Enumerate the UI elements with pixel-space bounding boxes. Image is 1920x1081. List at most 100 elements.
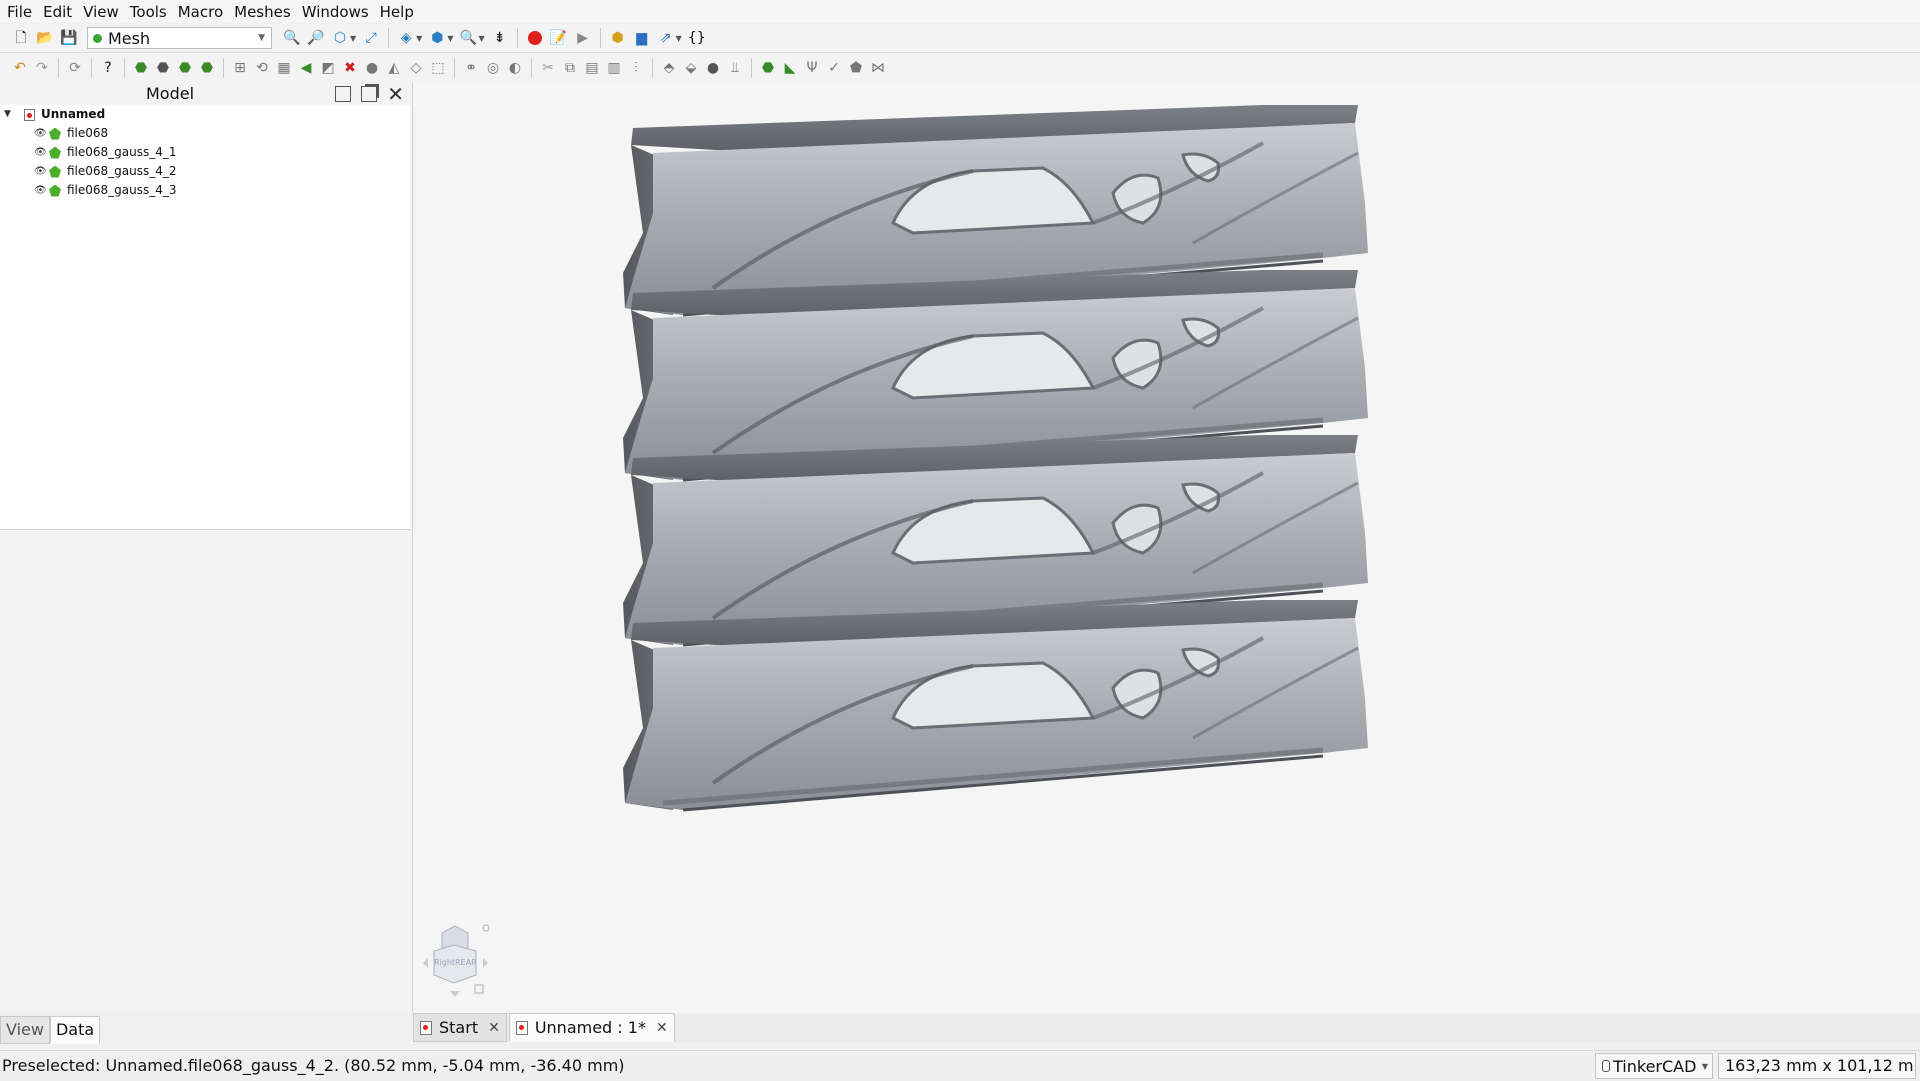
close-icon[interactable]: ✕: [488, 1020, 500, 1036]
eye-icon[interactable]: 👁: [34, 143, 47, 162]
navcube-face-right[interactable]: Right: [434, 958, 455, 967]
mesh-sphere-icon[interactable]: ●: [704, 58, 722, 78]
eye-icon[interactable]: 👁: [34, 162, 47, 181]
tree-item[interactable]: 👁 file068_gauss_4_3: [0, 181, 410, 200]
mesh-scale-icon[interactable]: ◇: [407, 58, 425, 78]
chevron-down-icon[interactable]: ▼: [4, 105, 16, 124]
model-tree: ▼ Unnamed 👁 file068 👁 file068_gauss_4_1 …: [0, 105, 410, 529]
draw-style-icon[interactable]: ◈: [396, 28, 416, 48]
tree-item[interactable]: 👁 file068: [0, 124, 410, 143]
tree-item[interactable]: 👁 file068_gauss_4_1: [0, 143, 410, 162]
panel-restore-icon[interactable]: [361, 86, 378, 102]
mesh-section-icon[interactable]: ▥: [605, 58, 623, 78]
mesh-import-icon[interactable]: ⬣: [132, 58, 150, 78]
mesh-bounding-box-icon[interactable]: ⬚: [429, 58, 447, 78]
new-document-icon[interactable]: 🗋: [11, 28, 31, 48]
close-icon[interactable]: ✕: [387, 84, 404, 104]
tree-item[interactable]: 👁 file068_gauss_4_2: [0, 162, 410, 181]
mesh-cut-icon[interactable]: ✂: [539, 58, 557, 78]
menu-view[interactable]: View: [79, 3, 123, 21]
mesh-decimate-icon[interactable]: ◭: [385, 58, 403, 78]
chevron-down-icon[interactable]: ▼: [676, 34, 682, 43]
chevron-down-icon[interactable]: ▼: [447, 34, 453, 43]
whats-this-icon[interactable]: ?: [99, 58, 117, 78]
tree-root[interactable]: ▼ Unnamed: [0, 105, 410, 124]
tab-data[interactable]: Data: [49, 1016, 101, 1044]
menu-macro[interactable]: Macro: [174, 3, 227, 21]
mesh-difference-icon[interactable]: ◐: [506, 58, 524, 78]
menu-help[interactable]: Help: [376, 3, 418, 21]
navigation-cube[interactable]: Right REAR: [418, 923, 493, 998]
menu-windows[interactable]: Windows: [298, 3, 373, 21]
mesh-close-hole-icon[interactable]: ◩: [319, 58, 337, 78]
workbench-selector[interactable]: Mesh ▼: [87, 27, 272, 49]
menu-file[interactable]: File: [3, 3, 36, 21]
part-icon[interactable]: ⬢: [608, 28, 628, 48]
mesh-flip-normals-icon[interactable]: ▦: [275, 58, 293, 78]
eye-icon[interactable]: 👁: [34, 181, 47, 200]
menu-edit[interactable]: Edit: [39, 3, 76, 21]
mesh-remove-components-icon[interactable]: ✖: [341, 58, 359, 78]
mesh-remesh-icon[interactable]: ⬣: [198, 58, 216, 78]
mesh-evaluate-facet-icon[interactable]: ◣: [781, 58, 799, 78]
mesh-harmonize-icon[interactable]: ⟲: [253, 58, 271, 78]
navigation-style-label: TinkerCAD: [1613, 1056, 1697, 1076]
mesh-export-icon[interactable]: ⬣: [154, 58, 172, 78]
status-message: Preselected: Unnamed.file068_gauss_4_2. …: [2, 1056, 625, 1075]
chevron-down-icon: ▼: [258, 33, 265, 43]
link-icon[interactable]: ⇗: [656, 28, 676, 48]
tab-start[interactable]: Start ✕: [413, 1013, 507, 1042]
execute-macro-icon[interactable]: ▶: [573, 28, 593, 48]
mesh-cross-sections-icon[interactable]: ⫶: [627, 58, 645, 78]
close-icon[interactable]: ✕: [656, 1020, 668, 1036]
eye-icon[interactable]: 👁: [34, 124, 47, 143]
chevron-down-icon[interactable]: ▼: [416, 34, 422, 43]
navcube-face-rear[interactable]: REAR: [455, 958, 477, 967]
mesh-vertex-curvature-icon[interactable]: ⫫: [726, 58, 744, 78]
record-macro-icon[interactable]: [525, 28, 545, 48]
mesh-file068-gauss-4-3[interactable]: [623, 600, 1368, 810]
tree-item-label: file068_gauss_4_1: [67, 145, 177, 159]
refresh-icon[interactable]: ⟳: [66, 58, 84, 78]
measure-icon[interactable]: 🔍: [458, 28, 478, 48]
mesh-trim-plane-icon[interactable]: ▤: [583, 58, 601, 78]
fit-all-icon[interactable]: 🔍: [282, 28, 302, 48]
chevron-down-icon[interactable]: ▼: [350, 34, 356, 43]
tab-view[interactable]: View: [0, 1016, 50, 1044]
open-document-icon[interactable]: 📂: [35, 28, 55, 48]
view-box-icon[interactable]: ⬢: [427, 28, 447, 48]
mesh-curvature-info-icon[interactable]: Ψ: [803, 58, 821, 78]
sync-view-icon[interactable]: ⤢: [361, 28, 381, 48]
mesh-polygon-cut-icon[interactable]: ⬟: [847, 58, 865, 78]
group-folder-icon[interactable]: ▆: [632, 28, 652, 48]
fit-selection-icon[interactable]: 🔎: [306, 28, 326, 48]
menu-meshes[interactable]: Meshes: [230, 3, 295, 21]
mesh-polygon-select-icon[interactable]: ✓: [825, 58, 843, 78]
save-document-icon[interactable]: 💾: [59, 28, 79, 48]
mesh-segment-icon[interactable]: ⬘: [660, 58, 678, 78]
undo-icon[interactable]: ↶: [11, 58, 29, 78]
mesh-add-facet-icon[interactable]: ⋈: [869, 58, 887, 78]
mesh-evaluate-icon[interactable]: ⬣: [759, 58, 777, 78]
mesh-intersection-icon[interactable]: ◎: [484, 58, 502, 78]
mesh-trim-icon[interactable]: ⧉: [561, 58, 579, 78]
macros-icon[interactable]: 📝: [549, 28, 569, 48]
mesh-smooth-icon[interactable]: ●: [363, 58, 381, 78]
mesh-from-shape-icon[interactable]: ⬣: [176, 58, 194, 78]
mesh-analyze-icon[interactable]: ⊞: [231, 58, 249, 78]
mesh-union-icon[interactable]: ⚭: [462, 58, 480, 78]
variable-set-icon[interactable]: {}: [687, 28, 707, 48]
panel-title: Model: [145, 84, 195, 103]
mesh-segment-best-fit-icon[interactable]: ⬙: [682, 58, 700, 78]
document-icon: [515, 1020, 528, 1035]
whats-this-icon[interactable]: ⇟: [490, 28, 510, 48]
panel-float-icon[interactable]: [335, 86, 352, 102]
tab-unnamed[interactable]: Unnamed : 1* ✕: [508, 1013, 675, 1042]
standard-views-icon[interactable]: ⬡: [330, 28, 350, 48]
mesh-fill-holes-icon[interactable]: ◀: [297, 58, 315, 78]
navigation-style-selector[interactable]: TinkerCAD ▼: [1595, 1053, 1713, 1079]
redo-icon[interactable]: ↷: [33, 58, 51, 78]
chevron-down-icon[interactable]: ▼: [478, 34, 484, 43]
menu-tools[interactable]: Tools: [126, 3, 171, 21]
3d-viewport[interactable]: Right REAR: [413, 83, 1920, 1013]
